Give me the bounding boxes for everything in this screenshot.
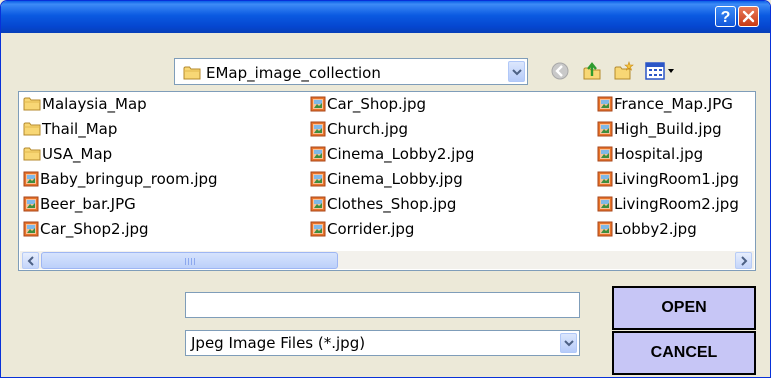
folder-icon (23, 145, 42, 163)
chevron-right-icon (741, 256, 748, 266)
item-label: Beer_bar.JPG (40, 195, 136, 213)
scroll-right-button[interactable] (735, 252, 752, 269)
file-list-item[interactable]: Cinema_Lobby.jpg (310, 169, 463, 189)
image-file-icon (310, 145, 327, 163)
item-label: Car_Shop2.jpg (40, 220, 149, 238)
item-label: Church.jpg (327, 120, 409, 138)
image-file-icon (597, 145, 614, 163)
back-icon[interactable] (549, 60, 571, 82)
image-file-icon (597, 95, 614, 113)
file-list-item[interactable]: LivingRoom2.jpg (597, 194, 739, 214)
image-file-icon (310, 170, 327, 188)
file-open-dialog: ? EMap_image_collection Malaysia_Map Tha… (0, 0, 771, 378)
item-label: USA_Map (42, 145, 113, 163)
file-type-label: Jpeg Image Files (*.jpg) (191, 334, 366, 352)
file-list-item[interactable]: Beer_bar.JPG (23, 194, 136, 214)
image-file-icon (310, 120, 327, 138)
file-list-item[interactable]: Corrider.jpg (310, 219, 414, 239)
look-in-combo[interactable]: EMap_image_collection (174, 58, 528, 85)
folder-icon (23, 120, 42, 138)
item-label: Cinema_Lobby.jpg (327, 170, 463, 188)
item-label: Clothes_Shop.jpg (327, 195, 457, 213)
file-list-item[interactable]: High_Build.jpg (597, 119, 722, 139)
scroll-left-button[interactable] (22, 252, 39, 269)
item-label: Car_Shop.jpg (327, 95, 427, 113)
chevron-down-icon (564, 340, 574, 347)
image-file-icon (597, 170, 614, 188)
folder-list-item[interactable]: USA_Map (23, 144, 112, 164)
scrollbar-thumb[interactable] (41, 252, 338, 269)
view-menu-icon[interactable] (644, 60, 680, 82)
item-label: Thail_Map (42, 120, 118, 138)
folder-list-item[interactable]: Thail_Map (23, 119, 117, 139)
item-label: Malaysia_Map (42, 95, 147, 113)
look-in-dropdown-button[interactable] (508, 61, 525, 82)
horizontal-scrollbar[interactable] (20, 251, 754, 269)
item-label: France_Map.JPG (614, 95, 733, 113)
image-file-icon (23, 195, 40, 213)
image-file-icon (310, 195, 327, 213)
current-folder-label: EMap_image_collection (206, 64, 381, 82)
item-label: Lobby2.jpg (614, 220, 697, 238)
image-file-icon (310, 220, 327, 238)
image-file-icon (597, 220, 614, 238)
file-list-item[interactable]: Hospital.jpg (597, 144, 703, 164)
filename-input[interactable] (185, 292, 580, 318)
image-file-icon (23, 170, 40, 188)
chevron-down-icon (512, 68, 522, 75)
item-label: Corrider.jpg (327, 220, 415, 238)
up-folder-icon[interactable] (581, 60, 603, 82)
file-list[interactable]: Malaysia_Map Thail_Map USA_Map Baby_bringup… (18, 91, 756, 271)
image-file-icon (23, 220, 40, 238)
help-button[interactable]: ? (715, 6, 736, 27)
file-list-item[interactable]: France_Map.JPG (597, 94, 733, 114)
file-list-item[interactable]: Cinema_Lobby2.jpg (310, 144, 474, 164)
file-list-item[interactable]: Car_Shop2.jpg (23, 219, 149, 239)
file-list-item[interactable]: Clothes_Shop.jpg (310, 194, 456, 214)
image-file-icon (597, 195, 614, 213)
folder-list-item[interactable]: Malaysia_Map (23, 94, 147, 114)
item-label: Baby_bringup_room.jpg (40, 170, 218, 188)
cancel-button[interactable]: CANCEL (612, 331, 756, 375)
file-list-item[interactable]: Baby_bringup_room.jpg (23, 169, 218, 189)
item-label: Hospital.jpg (614, 145, 704, 163)
file-type-combo[interactable]: Jpeg Image Files (*.jpg) (185, 330, 580, 356)
close-button[interactable] (738, 6, 759, 27)
item-label: Cinema_Lobby2.jpg (327, 145, 475, 163)
title-bar[interactable]: ? (1, 1, 770, 33)
close-icon (742, 10, 755, 23)
file-list-item[interactable]: Car_Shop.jpg (310, 94, 426, 114)
file-type-dropdown-button[interactable] (560, 333, 577, 353)
image-file-icon (310, 95, 327, 113)
open-button[interactable]: OPEN (612, 286, 756, 330)
item-label: LivingRoom1.jpg (614, 170, 739, 188)
file-list-item[interactable]: Church.jpg (310, 119, 408, 139)
file-list-item[interactable]: LivingRoom1.jpg (597, 169, 739, 189)
folder-icon (23, 95, 42, 113)
new-folder-icon[interactable] (613, 60, 635, 82)
chevron-left-icon (27, 256, 34, 266)
item-label: High_Build.jpg (614, 120, 722, 138)
thumb-grip (185, 258, 195, 265)
file-list-item[interactable]: Lobby2.jpg (597, 219, 697, 239)
item-label: LivingRoom2.jpg (614, 195, 739, 213)
folder-icon (183, 66, 201, 80)
image-file-icon (597, 120, 614, 138)
